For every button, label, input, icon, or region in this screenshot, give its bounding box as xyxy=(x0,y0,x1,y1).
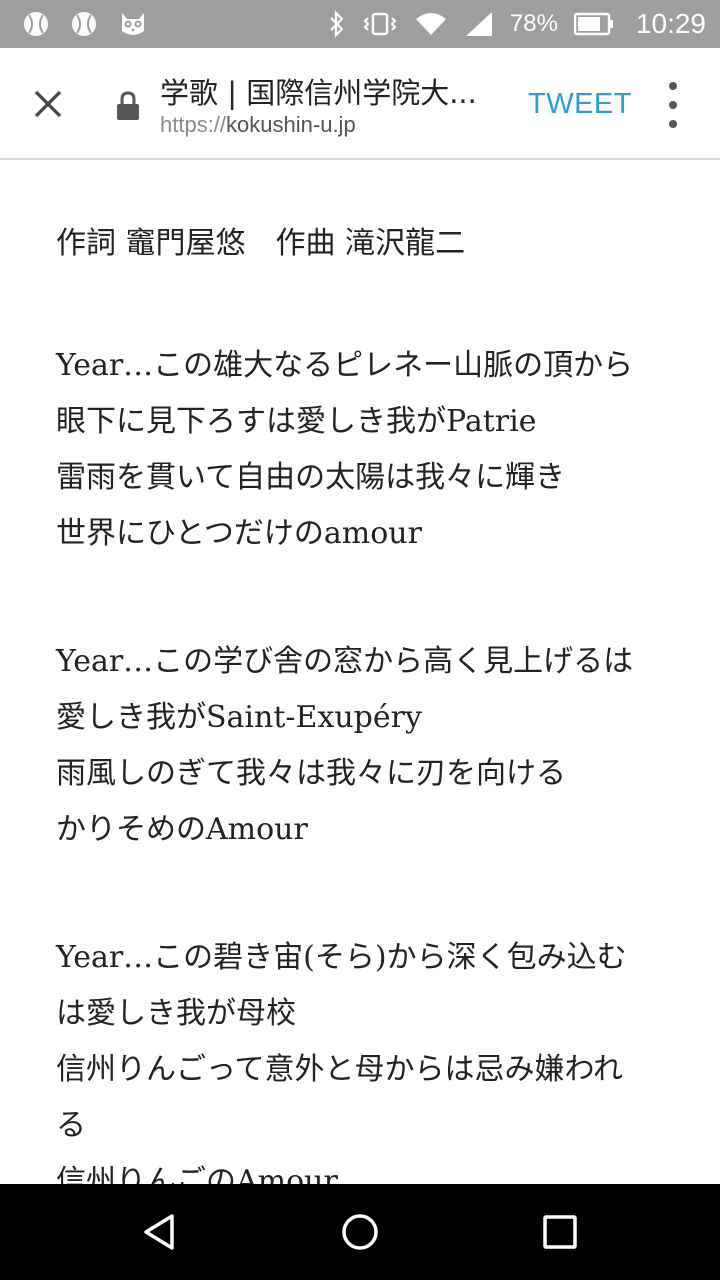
baseball-icon xyxy=(70,9,98,39)
owl-icon xyxy=(118,9,148,39)
stanza-1: Year…この雄大なるピレネー山脈の頂から 眼下に見下ろすは愛しき我がPatri… xyxy=(56,338,680,562)
lyric-line: 愛しき我がSaint-Exupéry xyxy=(56,700,422,735)
navigation-bar xyxy=(0,1184,720,1280)
page-title: 学歌 | 国際信州学院大... xyxy=(160,76,477,110)
lyric-line: 雨風しのぎて我々は我々に刃を向ける xyxy=(56,756,566,791)
lyric-line: 世界にひとつだけのamour xyxy=(56,516,422,551)
lyric-line: かりそめのAmour xyxy=(56,812,308,847)
status-bar: 78% 10:29 xyxy=(0,0,720,48)
battery-icon xyxy=(573,12,614,36)
lyric-line: は愛しき我が母校 xyxy=(56,996,296,1031)
song-credit: 作詞 竈門屋悠 作曲 滝沢龍二 xyxy=(56,226,466,261)
bluetooth-icon xyxy=(328,10,346,38)
lock-icon xyxy=(117,91,139,120)
signal-icon xyxy=(464,10,494,38)
lyric-line: る xyxy=(56,1108,86,1143)
back-icon xyxy=(144,1214,174,1250)
more-options-button[interactable] xyxy=(658,82,688,128)
lyric-line: Year…この雄大なるピレネー山脈の頂から xyxy=(56,348,634,383)
lyric-line: Year…この学び舎の窓から高く見上げるは xyxy=(56,644,634,679)
lyric-line: 雷雨を貫いて自由の太陽は我々に輝き xyxy=(56,460,566,495)
baseball-icon xyxy=(22,9,50,39)
stanza-3: Year…この碧き宙(そら)から深く包み込む は愛しき我が母校 信州りんごって意… xyxy=(56,930,680,1210)
tweet-button[interactable]: TWEET xyxy=(528,88,632,121)
recents-button[interactable] xyxy=(536,1208,584,1256)
vibrate-icon xyxy=(362,10,398,38)
stanza-2: Year…この学び舎の窓から高く見上げるは 愛しき我がSaint-Exupéry… xyxy=(56,634,680,858)
url-host: kokushin-u.jp xyxy=(226,112,356,137)
url-scheme: https:// xyxy=(160,112,227,137)
lyrics-content: 作詞 竈門屋悠 作曲 滝沢龍二 Year…この雄大なるピレネー山脈の頂から 眼下… xyxy=(56,224,680,1282)
battery-percent: 78% xyxy=(509,10,558,37)
home-icon xyxy=(342,1214,378,1250)
back-button[interactable] xyxy=(136,1208,184,1256)
lyric-line: 眼下に見下ろすは愛しき我がPatrie xyxy=(56,404,537,439)
lyric-line: 信州りんごって意外と母からは忌み嫌われ xyxy=(56,1052,623,1087)
recents-icon xyxy=(543,1215,577,1249)
system-status: 78% 10:29 xyxy=(328,0,706,48)
home-button[interactable] xyxy=(336,1208,384,1256)
notification-icons xyxy=(22,9,148,39)
lyric-line: Year…この碧き宙(そら)から深く包み込む xyxy=(56,940,627,975)
more-vert-icon xyxy=(669,82,677,90)
close-button[interactable] xyxy=(26,82,70,126)
browser-toolbar: 学歌 | 国際信州学院大... https://kokushin-u.jp TW… xyxy=(0,48,720,160)
clock: 10:29 xyxy=(635,8,706,39)
close-icon xyxy=(34,90,62,118)
page-url: https://kokushin-u.jp xyxy=(160,112,356,138)
wifi-icon xyxy=(414,10,448,38)
